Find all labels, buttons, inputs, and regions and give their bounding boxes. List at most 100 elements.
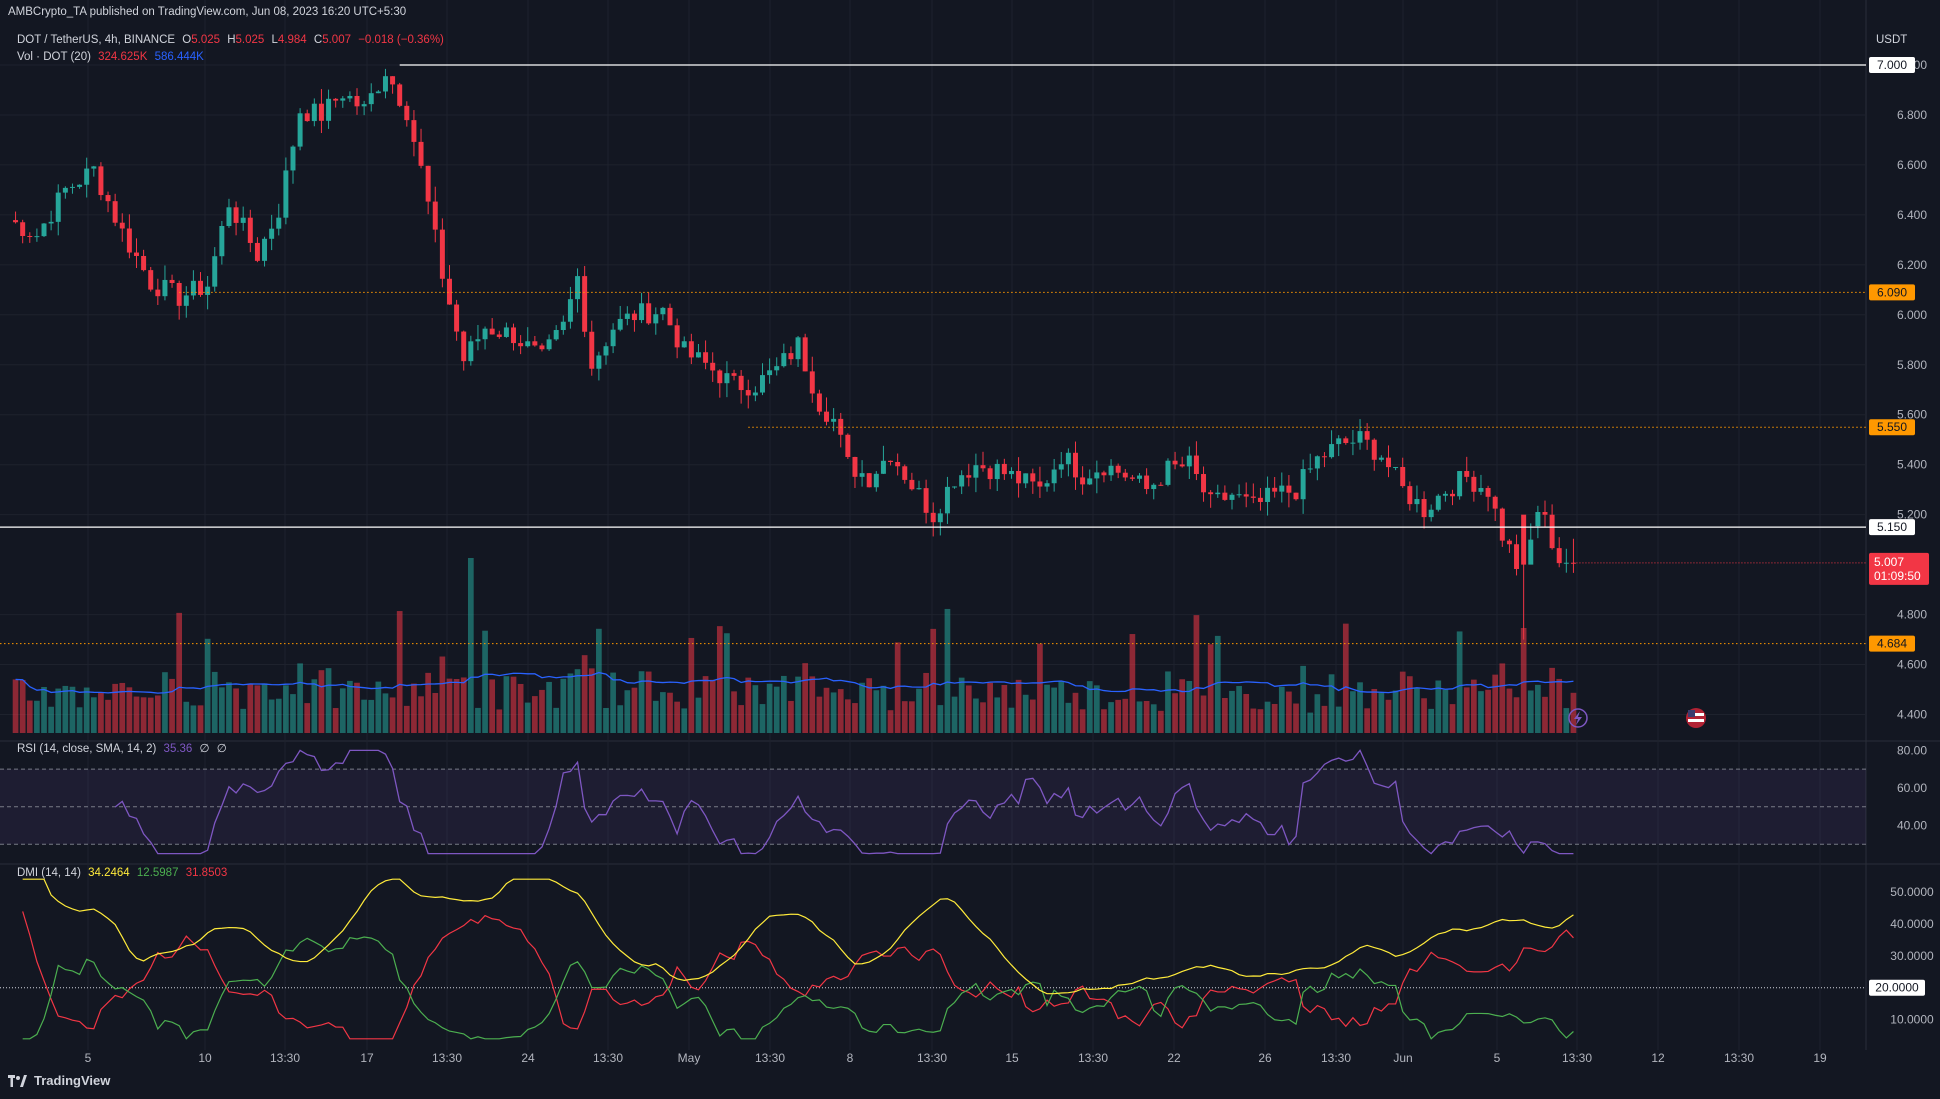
volume-bar [1506,688,1513,733]
candle-body [69,186,75,188]
candle-body [1400,466,1406,487]
candle-body [767,370,773,376]
volume-bar [1257,709,1264,733]
volume-bar [1250,708,1257,733]
volume-bar [823,687,830,733]
volume-bar [190,705,197,733]
candle-body [496,334,502,337]
candle-body [752,392,758,396]
plus-di-value: 12.5987 [136,867,179,879]
candle-body [859,473,865,477]
us-flag-stripe [1688,719,1704,722]
candle-body [1357,431,1363,443]
candle-body [774,366,780,371]
volume-bar [446,678,453,733]
open-value: 5.025 [191,34,221,46]
candle-body [1122,472,1128,478]
volume-bar [1392,690,1399,733]
candle-body [895,462,901,467]
footer-brand[interactable]: TradingView [8,1073,110,1088]
candle-body [446,278,452,305]
time-tick-label: 13:30 [1321,1051,1351,1065]
candle-body [77,184,83,187]
time-tick-label: 19 [1813,1051,1827,1065]
symbol-legend[interactable]: DOT / TetherUS, 4h, BINANCE O5.025 H5.02… [17,34,448,46]
rsi-legend[interactable]: RSI (14, close, SMA, 14, 2) 35.36 ∅ ∅ [17,741,231,755]
chart-canvas[interactable]: 7.0006.8006.6006.4006.2006.0005.8005.600… [0,0,1940,1099]
volume-bar [660,692,666,733]
volume-bar [1328,674,1335,733]
candle-body [283,170,289,218]
candle-body [27,236,33,238]
candle-body [382,76,388,92]
volume-bar [958,677,965,733]
volume-bar [1200,695,1207,733]
volume-legend[interactable]: Vol · DOT (20) 324.625K 586.444K [17,51,208,63]
candle-body [20,222,26,237]
volume-bar [1122,698,1129,733]
volume-bar [610,672,616,733]
level-tag-label: 7.000 [1877,58,1907,72]
volume-bar [1513,697,1520,733]
volume-bar [731,691,737,733]
volume-bar [909,701,915,733]
volume-bar [1371,688,1378,733]
candle-body [1492,496,1498,509]
candle-body [1030,473,1036,482]
volume-bar [980,702,986,733]
candle-body [1286,485,1292,493]
price-tick-label: 5.400 [1897,458,1927,472]
price-tick-label: 5.800 [1897,358,1927,372]
volume-bar [396,611,403,733]
volume-bar [1335,706,1342,733]
volume-bar [1264,701,1271,733]
candle-body [1215,492,1221,495]
candle-body [717,370,723,384]
candle-body [582,276,588,332]
candle-body [980,465,986,469]
candle-body [546,339,552,350]
candle-body [326,98,332,121]
candle-body [738,375,744,391]
candle-body [1549,514,1555,549]
candle-body [1428,509,1434,518]
candle-body [1001,463,1007,475]
volume-bar [987,682,993,733]
volume-bar [1072,692,1079,733]
candle-body [461,331,467,362]
candle-body [824,411,830,422]
candle-body [1279,485,1285,492]
dmi-threshold-label: 20.0000 [1875,981,1919,995]
close-label: C [313,34,323,46]
dmi-legend[interactable]: DMI (14, 14) 34.2464 12.5987 31.8503 [17,867,231,879]
candle-body [162,279,168,297]
candle-body [1336,438,1342,445]
time-tick-label: 13:30 [1562,1051,1592,1065]
candle-body [1108,465,1114,476]
volume-bar [1150,704,1157,733]
volume-ma-value: 586.444K [154,51,204,63]
volume-bar [894,642,901,733]
candle-body [1542,512,1548,515]
candle-body [781,353,787,367]
candle-body [247,217,253,243]
volume-bar [795,676,801,733]
candle-body [212,256,218,287]
volume-bar [524,702,531,733]
candle-body [468,341,474,362]
volume-bar [1051,687,1057,733]
rsi-tick-label: 80.00 [1897,743,1927,757]
candle-body [731,373,737,376]
time-tick-label: 13:30 [593,1051,623,1065]
volume-bar [1449,704,1456,733]
volume-bar [41,686,47,733]
footer-brand-label: TradingView [34,1073,111,1088]
volume-bar [588,668,595,733]
level-tag-label: 6.090 [1877,285,1907,299]
candle-body [909,479,915,490]
volume-bar [339,688,346,733]
candle-body [1137,475,1143,479]
candle-body [852,456,858,477]
candle-body [1314,456,1320,469]
volume-bar [1029,699,1036,733]
